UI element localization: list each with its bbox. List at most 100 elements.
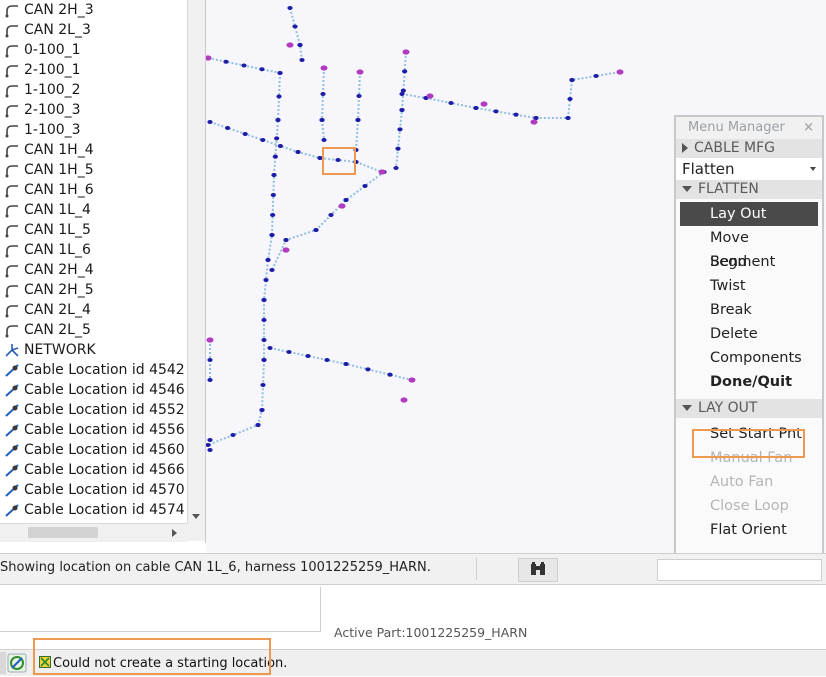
- cable-node[interactable]: [260, 383, 266, 387]
- cable-segment[interactable]: [289, 7, 303, 61]
- menu-item-move-segment[interactable]: Move Segment: [680, 226, 818, 270]
- cable-node[interactable]: [207, 378, 213, 382]
- tree-item[interactable]: CAN 1L_4: [0, 200, 187, 220]
- regenerate-icon[interactable]: [7, 653, 27, 673]
- cable-node[interactable]: [356, 94, 362, 98]
- menu-item-delete[interactable]: Delete: [680, 322, 818, 346]
- tree-item[interactable]: 2-100_1: [0, 60, 187, 80]
- cable-node[interactable]: [283, 238, 289, 242]
- tree-item[interactable]: CAN 2H_3: [0, 0, 187, 20]
- cable-node[interactable]: [448, 101, 454, 105]
- scroll-thumb[interactable]: [28, 527, 98, 538]
- cable-node[interactable]: [242, 132, 248, 136]
- cable-endpoint[interactable]: [282, 247, 290, 253]
- tree-item[interactable]: 2-100_3: [0, 100, 187, 120]
- tree-item[interactable]: Cable Location id 4546: [0, 380, 187, 400]
- menu-item-components[interactable]: Components: [680, 346, 818, 370]
- cable-node[interactable]: [593, 74, 599, 78]
- cable-node[interactable]: [271, 173, 277, 177]
- close-icon[interactable]: ×: [803, 117, 814, 139]
- cable-node[interactable]: [207, 448, 213, 452]
- tree-item[interactable]: Cable Location id 4566: [0, 460, 187, 480]
- cable-node[interactable]: [263, 278, 269, 282]
- cable-node[interactable]: [207, 438, 213, 442]
- tree-item[interactable]: 1-100_2: [0, 80, 187, 100]
- cable-node[interactable]: [241, 63, 247, 68]
- cable-node[interactable]: [533, 116, 539, 120]
- tree-vertical-scrollbar[interactable]: [187, 0, 205, 523]
- cable-node[interactable]: [274, 136, 280, 141]
- scroll-down-icon[interactable]: [192, 514, 200, 519]
- cable-endpoint[interactable]: [286, 42, 294, 48]
- tree-item[interactable]: CAN 1H_5: [0, 160, 187, 180]
- cable-node[interactable]: [355, 118, 361, 122]
- cable-node[interactable]: [365, 367, 371, 372]
- tree-item[interactable]: CAN 1L_5: [0, 220, 187, 240]
- cable-node[interactable]: [207, 358, 213, 362]
- menu-item-lay-out[interactable]: Lay Out: [680, 202, 818, 226]
- cable-node[interactable]: [267, 346, 273, 350]
- section-flatten[interactable]: FLATTEN: [676, 180, 822, 199]
- cable-segment[interactable]: [401, 71, 621, 119]
- cable-node[interactable]: [261, 318, 267, 322]
- menu-item-flat-orient[interactable]: Flat Orient: [680, 518, 818, 542]
- cable-node[interactable]: [387, 372, 393, 377]
- cable-node[interactable]: [269, 233, 275, 237]
- cable-node[interactable]: [277, 144, 283, 148]
- cable-node[interactable]: [230, 433, 236, 437]
- section-cable-mfg[interactable]: CABLE MFG: [676, 139, 822, 158]
- menu-item-break[interactable]: Break: [680, 298, 818, 322]
- find-button[interactable]: [518, 558, 558, 582]
- cable-node[interactable]: [343, 362, 349, 366]
- cable-node[interactable]: [255, 423, 261, 427]
- cable-node[interactable]: [277, 71, 283, 75]
- cable-endpoint[interactable]: [408, 377, 416, 383]
- section-lay-out[interactable]: LAY OUT: [676, 399, 822, 418]
- tree-item[interactable]: CAN 2H_4: [0, 260, 187, 280]
- tree-item[interactable]: Cable Location id 4570: [0, 480, 187, 500]
- cable-node[interactable]: [305, 354, 311, 358]
- tree-item[interactable]: Cable Location id 4552: [0, 400, 187, 420]
- tree-item[interactable]: 1-100_3: [0, 120, 187, 140]
- cable-endpoint[interactable]: [402, 49, 410, 55]
- cable-endpoint[interactable]: [378, 169, 386, 175]
- cable-node[interactable]: [399, 108, 405, 112]
- tree-item[interactable]: CAN 2L_4: [0, 300, 187, 320]
- cable-node[interactable]: [265, 258, 271, 262]
- cable-node[interactable]: [287, 6, 293, 10]
- cable-node[interactable]: [259, 67, 265, 72]
- scroll-right-icon[interactable]: [172, 529, 177, 537]
- cable-node[interactable]: [567, 97, 573, 101]
- model-tree[interactable]: CAN 2H_3 CAN 2L_3 0-100_1 2-100_1 1-100_2 2-1…: [0, 0, 206, 543]
- cable-endpoint[interactable]: [426, 93, 434, 99]
- tree-item[interactable]: Cable Location id 4542: [0, 360, 187, 380]
- cable-node[interactable]: [397, 127, 403, 132]
- cable-node[interactable]: [493, 109, 499, 114]
- cable-segment[interactable]: [209, 121, 383, 173]
- tree-horizontal-scrollbar[interactable]: [0, 523, 187, 542]
- tree-item[interactable]: CAN 2H_5: [0, 280, 187, 300]
- cable-node[interactable]: [393, 166, 399, 170]
- cable-node[interactable]: [269, 268, 275, 272]
- cable-node[interactable]: [270, 213, 276, 217]
- cable-node[interactable]: [272, 154, 278, 159]
- cable-node[interactable]: [261, 298, 267, 302]
- cable-segment[interactable]: [320, 67, 325, 141]
- cable-node[interactable]: [565, 116, 571, 120]
- cable-node[interactable]: [297, 43, 303, 47]
- cable-node[interactable]: [395, 146, 401, 151]
- cable-endpoint[interactable]: [616, 69, 624, 75]
- tree-item[interactable]: CAN 1L_6: [0, 240, 187, 260]
- cable-node[interactable]: [261, 338, 267, 342]
- cable-endpoint[interactable]: [400, 397, 408, 403]
- cable-node[interactable]: [569, 78, 575, 82]
- tree-item[interactable]: 0-100_1: [0, 40, 187, 60]
- cable-node[interactable]: [260, 138, 266, 142]
- tree-item[interactable]: CAN 1H_6: [0, 180, 187, 200]
- cable-node[interactable]: [261, 358, 267, 362]
- cable-node[interactable]: [402, 69, 408, 74]
- cable-node[interactable]: [286, 350, 292, 354]
- cable-endpoint[interactable]: [206, 337, 214, 343]
- cable-node[interactable]: [292, 24, 298, 29]
- cable-endpoint[interactable]: [530, 119, 538, 125]
